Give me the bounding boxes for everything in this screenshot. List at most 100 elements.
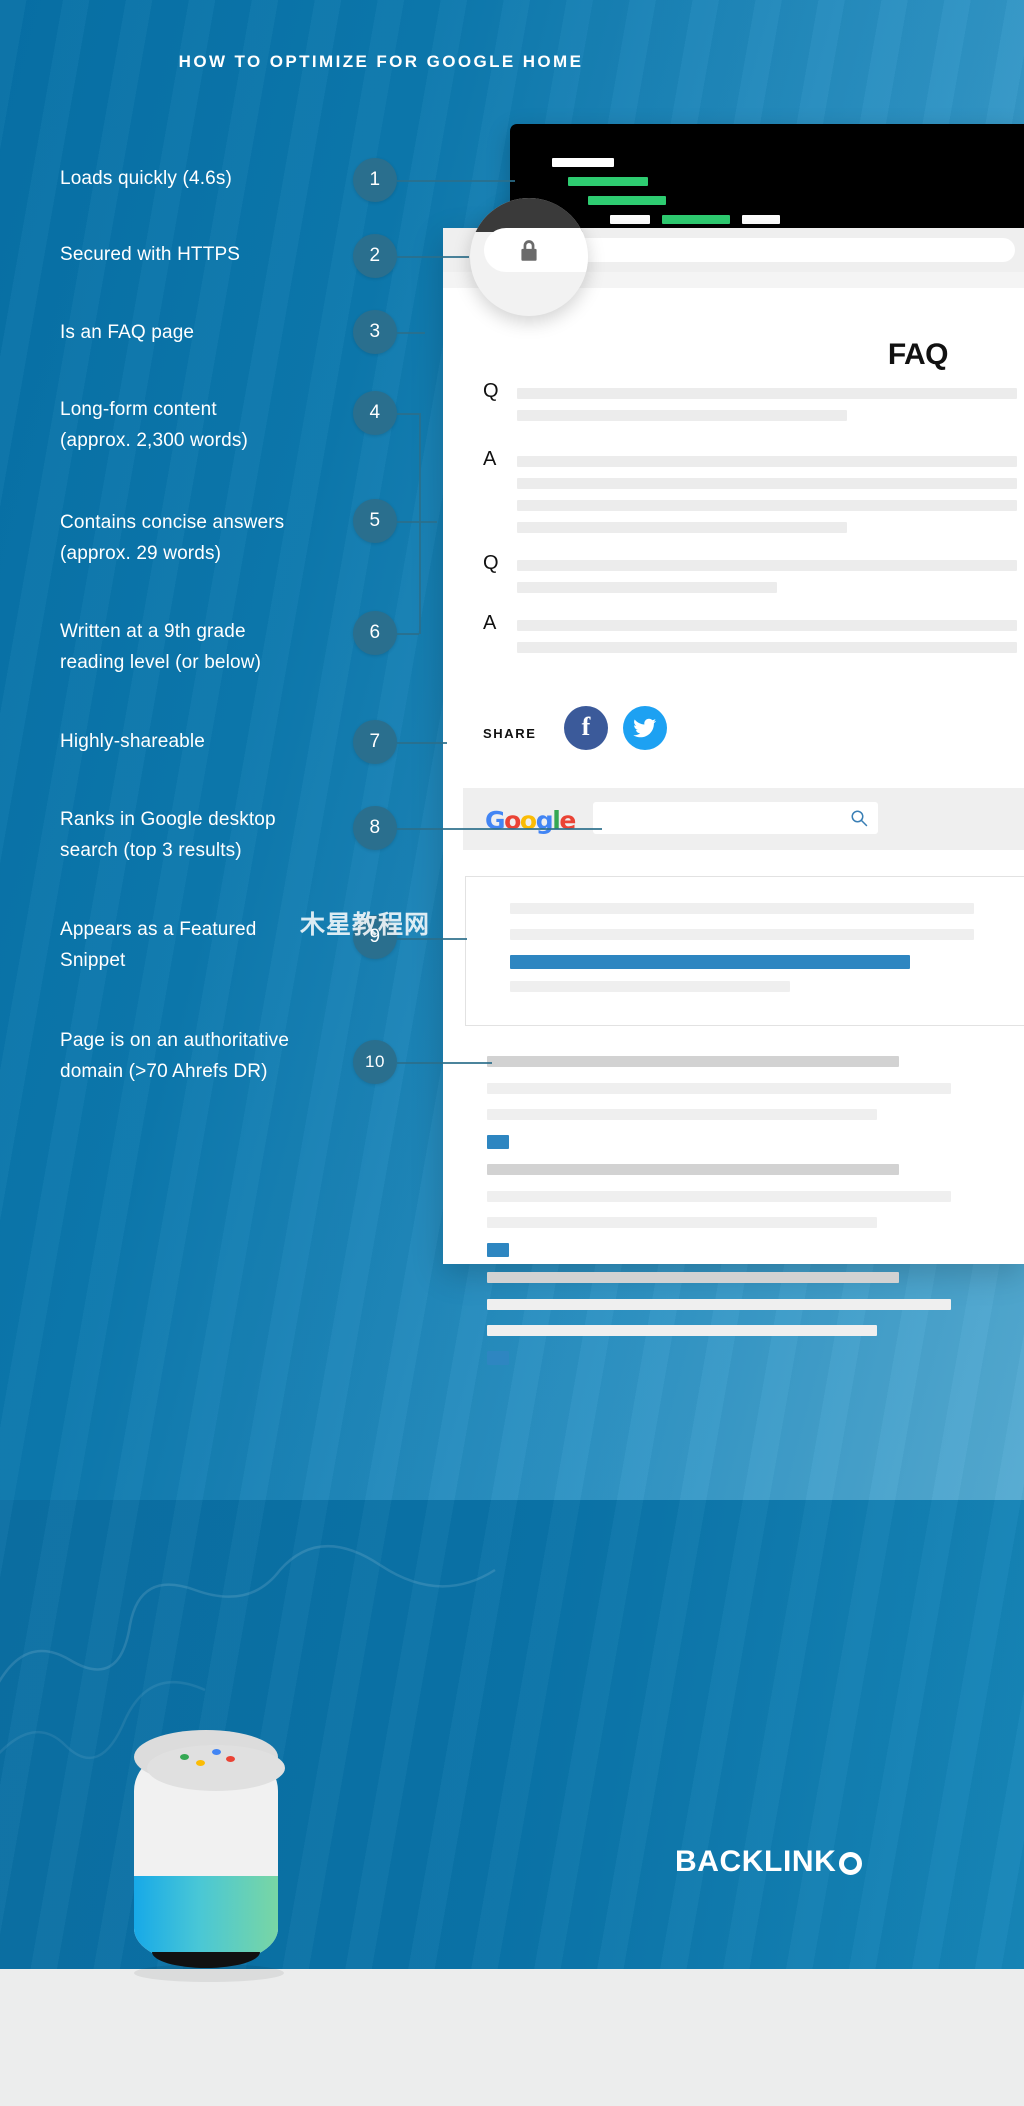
snippet-text-bar	[510, 981, 790, 992]
checklist-item-line1: Long-form content	[60, 399, 217, 420]
answer-letter-2: A	[483, 612, 497, 634]
result-snippet-bar	[487, 1191, 951, 1202]
question-letter-1: Q	[483, 380, 499, 402]
connector-line-bracket-arm	[397, 633, 419, 635]
backlinko-logo-text: BACKLINK	[675, 1845, 837, 1878]
code-line	[568, 177, 648, 186]
connector-line-bracket-spine	[419, 413, 421, 634]
search-icon	[851, 810, 868, 827]
result-snippet-bar	[487, 1217, 877, 1228]
step-number-label: 1	[369, 169, 381, 190]
google-logo: Google	[485, 806, 576, 835]
step-number-circle-5[interactable]: 5	[353, 499, 397, 543]
checklist-item-8: Ranks in Google desktop search (top 3 res…	[60, 805, 390, 867]
search-result-item[interactable]	[443, 1272, 1024, 1372]
faq-heading: FAQ	[887, 338, 949, 371]
question-letter-2: Q	[483, 552, 499, 574]
result-snippet-bar	[487, 1325, 877, 1336]
faq-text-bar	[517, 500, 1017, 511]
result-snippet-bar	[487, 1299, 951, 1310]
step-number-circle-7[interactable]: 7	[353, 720, 397, 764]
step-number-circle-3[interactable]: 3	[353, 310, 397, 354]
checklist-item-line1: Secured with HTTPS	[60, 244, 241, 265]
step-number-circle-8[interactable]: 8	[353, 806, 397, 850]
step-number-label: 2	[369, 245, 381, 266]
connector-line	[397, 332, 425, 334]
google-search-header: Google	[463, 788, 1024, 850]
device-top-surface	[134, 1730, 285, 1791]
checklist-item-line2: search (top 3 results)	[60, 839, 242, 861]
faq-text-bar	[517, 456, 1017, 467]
connector-line	[397, 742, 447, 744]
step-number-label: 8	[369, 817, 381, 838]
twitter-share-button[interactable]	[623, 706, 667, 750]
device-led-dot	[226, 1756, 235, 1762]
step-number-circle-4[interactable]: 4	[353, 391, 397, 435]
faq-text-bar	[517, 478, 1017, 489]
floor-surface	[0, 1969, 1024, 2106]
checklist-item-line1: Loads quickly (4.6s)	[60, 168, 232, 189]
result-link-tag[interactable]	[487, 1351, 509, 1365]
result-snippet-bar	[487, 1083, 951, 1094]
google-logo-letter: G	[485, 806, 506, 835]
faq-text-bar	[517, 642, 1017, 653]
step-number-label: 7	[369, 731, 381, 752]
result-title-bar	[487, 1164, 899, 1175]
snippet-text-bar	[510, 903, 974, 914]
faq-text-bar	[517, 388, 1017, 399]
facebook-share-button[interactable]: f	[564, 706, 608, 750]
checklist-item-7: Highly-shareable	[60, 727, 390, 758]
step-number-circle-6[interactable]: 6	[353, 611, 397, 655]
checklist-item-line2: (approx. 2,300 words)	[60, 429, 248, 451]
google-home-device	[124, 1718, 288, 1984]
magnifier-dark-band	[470, 198, 588, 232]
step-number-label: 6	[369, 622, 381, 643]
faq-text-bar	[517, 560, 1017, 571]
google-logo-letter: g	[535, 806, 554, 835]
google-search-input[interactable]	[593, 802, 878, 834]
url-bar[interactable]	[515, 238, 1015, 262]
search-result-item[interactable]	[443, 1056, 1024, 1156]
search-result-item[interactable]	[443, 1164, 1024, 1264]
google-logo-letter: e	[559, 806, 576, 835]
faq-text-bar	[517, 620, 1017, 631]
device-base-gradient	[134, 1876, 278, 1964]
result-link-tag[interactable]	[487, 1243, 509, 1257]
checklist-item-line1: Contains concise answers	[60, 512, 285, 533]
google-logo-letter: o	[519, 806, 537, 835]
code-line	[610, 215, 650, 224]
connector-line	[397, 828, 602, 830]
checklist-item-3: Is an FAQ page	[60, 318, 390, 349]
step-number-circle-1[interactable]: 1	[353, 158, 397, 202]
snippet-text-bar	[510, 929, 974, 940]
checklist-item-line1: Ranks in Google desktop	[60, 809, 276, 830]
connector-line	[397, 1062, 492, 1064]
step-number-circle-10[interactable]: 10	[353, 1040, 397, 1084]
checklist-item-line2: Snippet	[60, 949, 126, 971]
featured-snippet-highlight-bar	[510, 955, 910, 969]
step-number-label: 10	[365, 1052, 385, 1071]
faq-text-bar	[517, 410, 847, 421]
result-snippet-bar	[487, 1109, 877, 1120]
browser-window: FAQ Q A Q A SHARE f Google	[443, 228, 1024, 1365]
code-line	[588, 196, 666, 205]
step-number-circle-2[interactable]: 2	[353, 234, 397, 278]
result-link-tag[interactable]	[487, 1135, 509, 1149]
checklist-item-line1: Is an FAQ page	[60, 322, 195, 343]
code-line	[662, 215, 730, 224]
result-title-bar	[487, 1272, 899, 1283]
featured-snippet-box	[465, 876, 1024, 1026]
checklist-item-2: Secured with HTTPS	[60, 240, 390, 271]
result-title-bar	[487, 1056, 899, 1067]
connector-line-bracket-arm	[397, 413, 419, 415]
backlinko-logo: BACKLINK	[675, 1845, 863, 1879]
checklist-item-line1: Page is on an authoritative	[60, 1030, 290, 1051]
backlinko-logo-mark	[839, 1851, 863, 1875]
connector-line-bracket-arm	[397, 521, 437, 523]
step-number-label: 4	[369, 402, 381, 423]
faq-text-bar	[517, 582, 777, 593]
connector-line	[397, 180, 515, 182]
faq-text-bar	[517, 522, 847, 533]
checklist-item-line1: Written at a 9th grade	[60, 621, 246, 642]
checklist-item-line2: domain (>70 Ahrefs DR)	[60, 1060, 268, 1082]
